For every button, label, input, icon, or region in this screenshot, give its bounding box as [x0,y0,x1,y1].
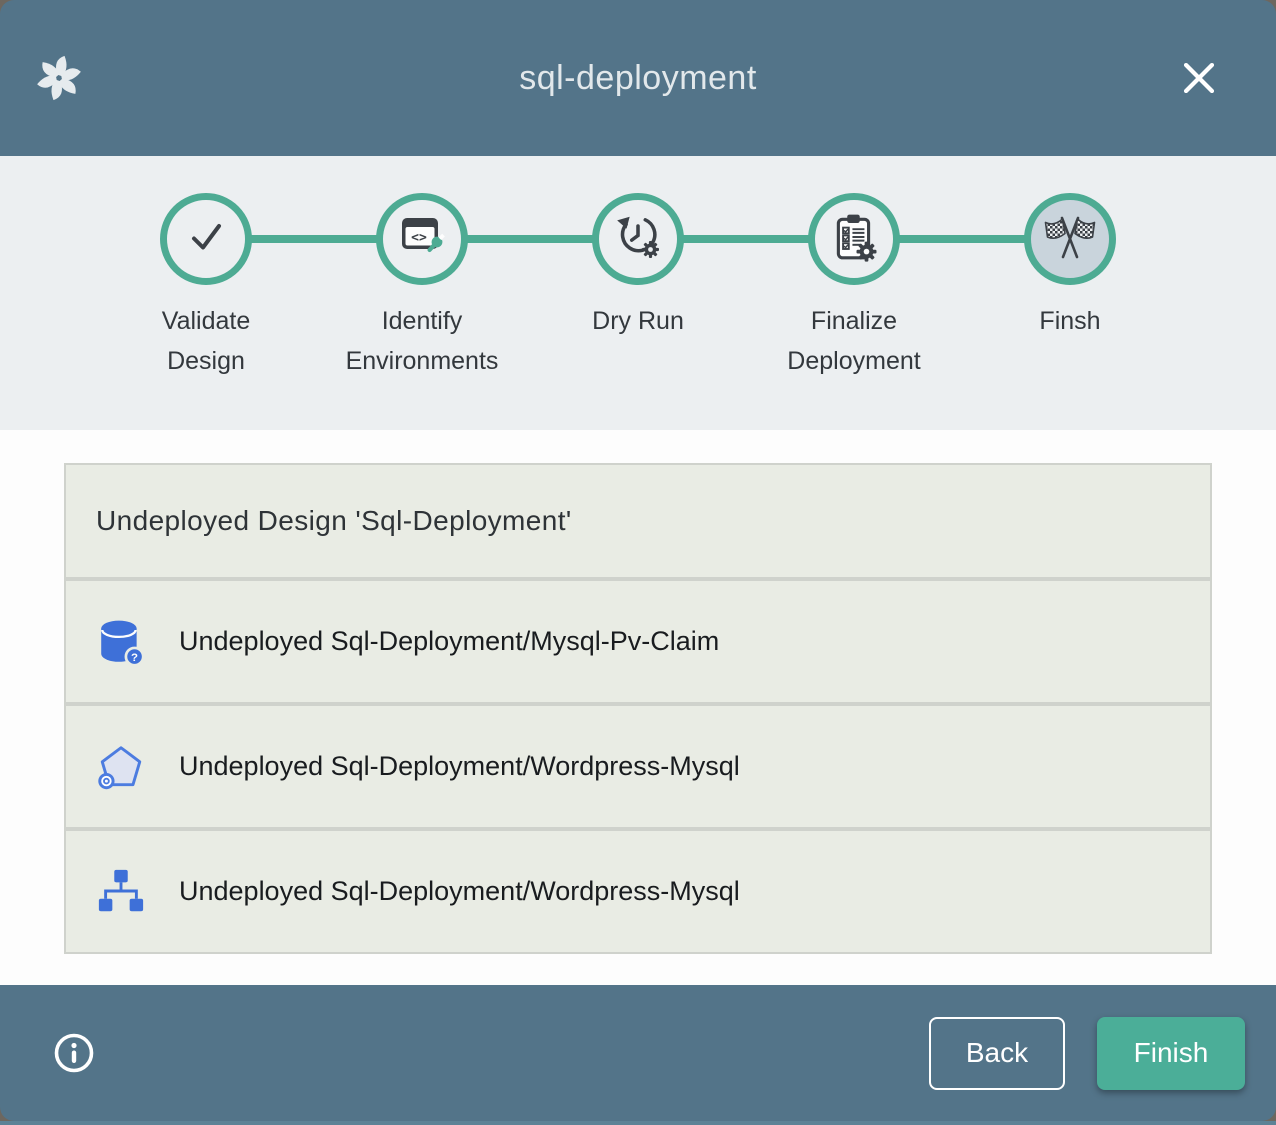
svg-text:?: ? [131,651,138,663]
pinwheel-logo-icon [34,53,84,103]
step-label: Identify Environments [336,301,508,381]
info-icon [52,1063,96,1078]
step-label: Finsh [1039,301,1100,341]
dialog-footer: Back Finish [0,985,1276,1121]
dialog-header: sql-deployment [0,0,1276,156]
svg-text:<>: <> [411,230,427,245]
status-text: Undeployed Sql-Deployment/Mysql-Pv-Claim [179,626,719,657]
step-circle-finalize-deployment[interactable] [808,193,900,285]
step-identify-environments: <> Identify Environments [314,193,530,381]
step-circle-finish[interactable] [1024,193,1116,285]
step-label: Validate Design [120,301,292,381]
dialog-title: sql-deployment [519,59,757,98]
status-row-wordpress-mysql-pod: Undeployed Sql-Deployment/Wordpress-Mysq… [66,706,1210,827]
step-circle-identify-environments[interactable]: <> [376,193,468,285]
deployment-status-panel: Undeployed Design 'Sql-Deployment' ? Und… [64,463,1212,954]
clipboard-checklist-gear-icon [829,212,879,267]
pod-pentagon-icon [96,742,146,792]
info-button[interactable] [52,1031,96,1075]
check-icon [182,213,230,266]
back-button[interactable]: Back [929,1017,1065,1090]
step-finalize-deployment: Finalize Deployment [746,193,962,381]
sync-clock-gear-icon [613,212,663,267]
hierarchy-tree-icon [96,867,146,917]
database-question-icon: ? [96,617,146,667]
status-text: Undeployed Design 'Sql-Deployment' [96,505,572,537]
step-validate-design: Validate Design [98,193,314,381]
wizard-body: Undeployed Design 'Sql-Deployment' ? Und… [0,430,1276,985]
step-finish: Finsh [962,193,1178,381]
status-text: Undeployed Sql-Deployment/Wordpress-Mysq… [179,751,740,782]
close-button[interactable] [1178,58,1220,100]
close-icon [1179,86,1219,101]
step-circle-dry-run[interactable] [592,193,684,285]
status-row-mysql-pv-claim: ? Undeployed Sql-Deployment/Mysql-Pv-Cla… [66,581,1210,702]
step-label: Dry Run [592,301,684,341]
code-window-wrench-icon: <> [398,214,446,265]
step-dry-run: Dry Run [530,193,746,381]
wizard-stepper: Validate Design <> [0,156,1276,430]
status-text: Undeployed Sql-Deployment/Wordpress-Mysq… [179,876,740,907]
finish-button[interactable]: Finish [1097,1017,1245,1090]
step-circle-validate-design[interactable] [160,193,252,285]
sql-deployment-wizard-dialog: sql-deployment Valida [0,0,1276,1121]
finish-flags-icon [1040,211,1100,268]
status-row-design: Undeployed Design 'Sql-Deployment' [66,465,1210,577]
step-label: Finalize Deployment [768,301,940,381]
status-row-wordpress-mysql-tree: Undeployed Sql-Deployment/Wordpress-Mysq… [66,831,1210,952]
